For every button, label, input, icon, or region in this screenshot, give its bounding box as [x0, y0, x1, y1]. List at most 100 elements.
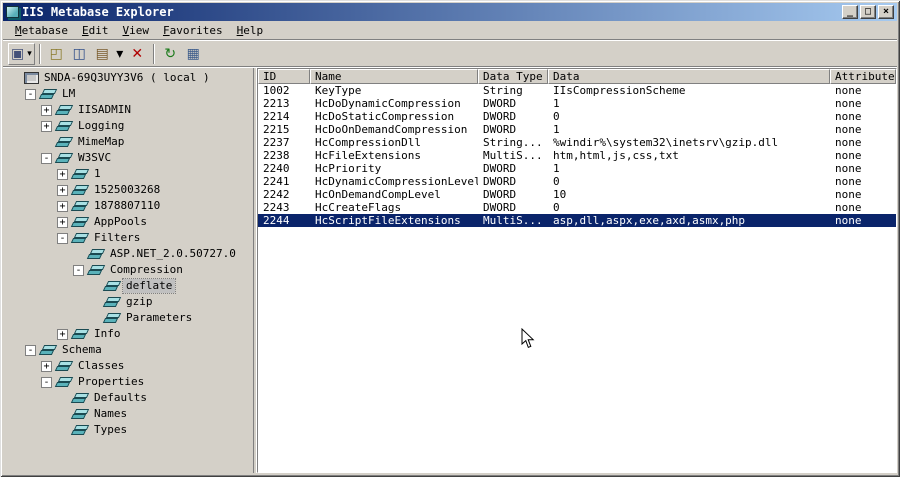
expand-icon[interactable]: +: [57, 168, 68, 180]
menu-view[interactable]: View: [115, 23, 156, 39]
column-header-id[interactable]: ID: [258, 69, 310, 84]
tree-item-iisadmin[interactable]: + IISADMIN: [3, 102, 253, 118]
cell-name: HcCompressionDll: [315, 136, 421, 149]
tree-item-1[interactable]: +1: [3, 166, 253, 182]
column-header-data-type[interactable]: Data Type: [478, 69, 548, 84]
table-row[interactable]: 2214 HcDoStaticCompression DWORD 0 none: [258, 110, 896, 123]
expand-icon[interactable]: +: [41, 104, 52, 116]
collapse-icon[interactable]: -: [41, 152, 52, 164]
expand-icon[interactable]: +: [57, 184, 68, 196]
tree-label[interactable]: Compression: [107, 263, 186, 277]
table-row[interactable]: 2215 HcDoOnDemandCompression DWORD 1 none: [258, 123, 896, 136]
tree-label[interactable]: SNDA-69Q3UYY3V6 ( local ): [41, 71, 213, 85]
connect-button[interactable]: ▦: [182, 43, 205, 65]
tree-label[interactable]: MimeMap: [75, 135, 127, 149]
new-key-button[interactable]: ◰: [45, 43, 68, 65]
tree-item-parameters[interactable]: Parameters: [3, 310, 253, 326]
metabase-key-icon: [72, 328, 89, 340]
expand-icon[interactable]: +: [57, 328, 68, 340]
tree-label[interactable]: Names: [91, 407, 130, 421]
copy-button[interactable]: ◫: [68, 43, 91, 65]
tree-item-mimemap[interactable]: MimeMap: [3, 134, 253, 150]
tree-item-filters[interactable]: - Filters: [3, 230, 253, 246]
collapse-icon[interactable]: -: [25, 88, 36, 100]
tree-label[interactable]: 1: [91, 167, 104, 181]
table-row[interactable]: 2241 HcDynamicCompressionLevel DWORD 0 none: [258, 175, 896, 188]
tree-item-w3svc[interactable]: - W3SVC: [3, 150, 253, 166]
column-header-data[interactable]: Data: [548, 69, 830, 84]
tree-item-info[interactable]: + Info: [3, 326, 253, 342]
tree-item-apppools[interactable]: + AppPools: [3, 214, 253, 230]
expand-icon[interactable]: +: [57, 200, 68, 212]
tree-label[interactable]: Defaults: [91, 391, 150, 405]
tree-item-1878807110[interactable]: +1878807110: [3, 198, 253, 214]
tree-item-types[interactable]: Types: [3, 422, 253, 438]
collapse-icon[interactable]: -: [73, 264, 84, 276]
tree-label[interactable]: Info: [91, 327, 124, 341]
chevron-down-icon[interactable]: ▾: [27, 49, 32, 59]
collapse-icon[interactable]: -: [25, 344, 36, 356]
column-header-attributes[interactable]: Attributes: [830, 69, 896, 84]
tree-item-classes[interactable]: + Classes: [3, 358, 253, 374]
tree-label[interactable]: Logging: [75, 119, 127, 133]
table-row[interactable]: 2244 HcScriptFileExtensions MultiS... asp,d…: [258, 214, 896, 227]
tree-label[interactable]: Schema: [59, 343, 105, 357]
tree-label[interactable]: Classes: [75, 359, 127, 373]
tree-item-deflate[interactable]: deflate: [3, 278, 253, 294]
collapse-icon[interactable]: -: [57, 232, 68, 244]
table-row[interactable]: 2238 HcFileExtensions MultiS... htm,html,js…: [258, 149, 896, 162]
tree-item-defaults[interactable]: Defaults: [3, 390, 253, 406]
table-row[interactable]: 1002 KeyType String IIsCompressionScheme non…: [258, 84, 896, 97]
cell-name: KeyType: [315, 84, 362, 97]
table-row[interactable]: 2240 HcPriority DWORD 1 none: [258, 162, 896, 175]
maximize-button[interactable]: □: [860, 5, 876, 19]
titlebar[interactable]: IIS Metabase Explorer _ □ ×: [3, 3, 897, 21]
tree-item-asp-net-2-0-50727-0[interactable]: ASP.NET_2.0.50727.0: [3, 246, 253, 262]
select-computer-button[interactable]: ▣ ▾: [8, 42, 35, 65]
tree-label[interactable]: Types: [91, 423, 130, 437]
tree-label[interactable]: LM: [59, 87, 78, 101]
tree-item-properties[interactable]: - Properties: [3, 374, 253, 390]
tree-label[interactable]: ASP.NET_2.0.50727.0: [107, 247, 239, 261]
paste-button[interactable]: ▤: [91, 43, 114, 65]
menu-favorites[interactable]: Favorites: [156, 23, 230, 39]
tree-item-names[interactable]: Names: [3, 406, 253, 422]
tree-label[interactable]: W3SVC: [75, 151, 114, 165]
close-button[interactable]: ×: [878, 5, 894, 19]
expand-icon[interactable]: +: [41, 360, 52, 372]
tree-item-schema[interactable]: - Schema: [3, 342, 253, 358]
more-actions-button[interactable]: ▾: [114, 43, 126, 65]
tree-label[interactable]: deflate: [121, 278, 177, 294]
tree-item-compression[interactable]: - Compression: [3, 262, 253, 278]
table-row[interactable]: 2237 HcCompressionDll String... %windir%\sy…: [258, 136, 896, 149]
table-row[interactable]: 2242 HcOnDemandCompLevel DWORD 10 none: [258, 188, 896, 201]
tree-label[interactable]: gzip: [123, 295, 156, 309]
tree-label[interactable]: 1878807110: [91, 199, 163, 213]
column-header-name[interactable]: Name: [310, 69, 478, 84]
delete-button[interactable]: ✕: [126, 43, 149, 65]
table-row[interactable]: 2243 HcCreateFlags DWORD 0 none: [258, 201, 896, 214]
tree-label[interactable]: Filters: [91, 231, 143, 245]
tree-item-lm[interactable]: - LM: [3, 86, 253, 102]
menu-edit[interactable]: Edit: [75, 23, 116, 39]
cell-id: 2238: [263, 149, 290, 162]
menu-help[interactable]: Help: [230, 23, 271, 39]
tree-label[interactable]: Properties: [75, 375, 147, 389]
expand-icon[interactable]: +: [57, 216, 68, 228]
table-row[interactable]: 2213 HcDoDynamicCompression DWORD 1 none: [258, 97, 896, 110]
expand-icon[interactable]: +: [41, 120, 52, 132]
tree-label[interactable]: 1525003268: [91, 183, 163, 197]
minimize-button[interactable]: _: [842, 5, 858, 19]
collapse-icon[interactable]: -: [41, 376, 52, 388]
tree-item-gzip[interactable]: gzip: [3, 294, 253, 310]
copy-icon: ◫: [72, 45, 86, 62]
tree-label[interactable]: Parameters: [123, 311, 195, 325]
refresh-button[interactable]: ↻: [159, 43, 182, 65]
menu-metabase[interactable]: Metabase: [8, 23, 75, 39]
tree-item-1525003268[interactable]: +1525003268: [3, 182, 253, 198]
tree-label[interactable]: IISADMIN: [75, 103, 134, 117]
tree-label[interactable]: AppPools: [91, 215, 150, 229]
tree-item-snda-69q3uyy3v6-local[interactable]: SNDA-69Q3UYY3V6 ( local ): [3, 70, 253, 86]
tree-item-logging[interactable]: + Logging: [3, 118, 253, 134]
